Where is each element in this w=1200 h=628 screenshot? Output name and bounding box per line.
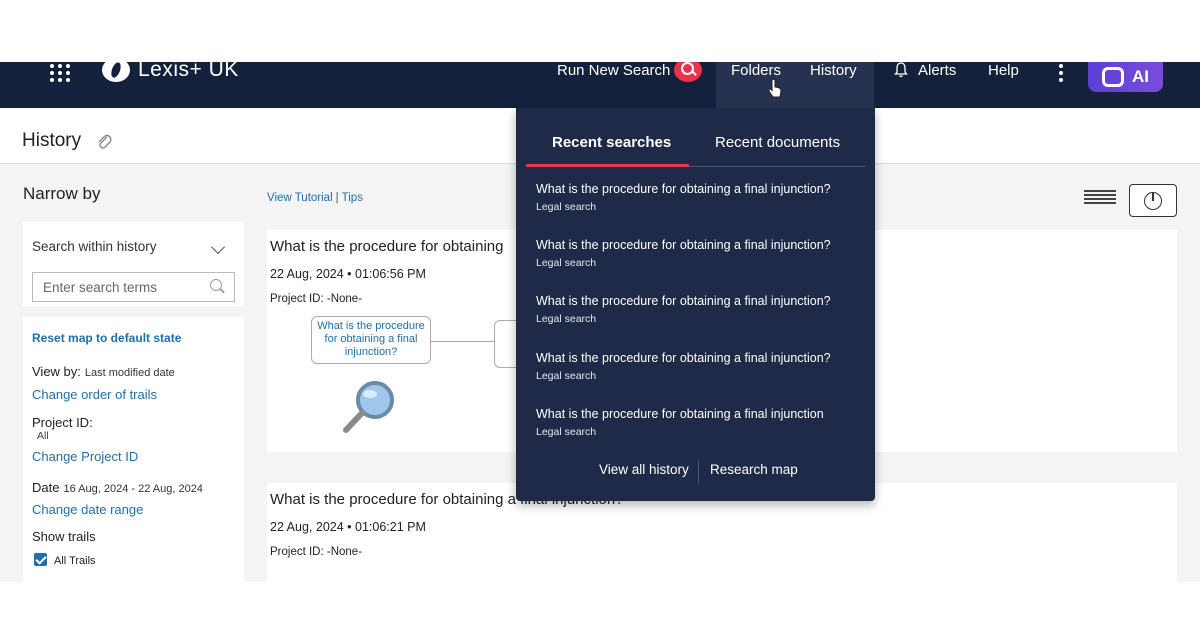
page-title: History — [22, 130, 82, 151]
paperclip-icon[interactable] — [96, 132, 112, 150]
recent-search-title[interactable]: What is the procedure for obtaining a fi… — [536, 351, 866, 365]
magnifier-icon — [343, 381, 394, 433]
hand-cursor-icon — [768, 78, 782, 98]
recent-search-type: Legal search — [536, 426, 597, 438]
recent-search-item[interactable]: What is the procedure for obtaining a fi… — [536, 407, 866, 438]
all-trails-checkbox[interactable] — [34, 553, 47, 566]
brand-name: Lexis+ UK — [138, 62, 239, 81]
app-grid-icon[interactable] — [50, 64, 70, 82]
recent-search-type: Legal search — [536, 257, 597, 269]
active-tab-indicator — [526, 164, 689, 167]
top-navigation: Lexis+ UK Run New Search Folders History… — [0, 62, 1200, 108]
search-within-label[interactable]: Search within history — [32, 239, 157, 254]
more-options-icon[interactable] — [1058, 64, 1064, 82]
all-trails-label[interactable]: All Trails — [54, 555, 96, 567]
change-order-link[interactable]: Change order of trails — [32, 387, 157, 402]
search-icon[interactable] — [674, 62, 702, 82]
app-viewport: Lexis+ UK Run New Search Folders History… — [0, 62, 1200, 582]
tips-link[interactable]: Tips — [342, 192, 363, 204]
view-by-label: View by: — [32, 364, 81, 379]
recent-search-title[interactable]: What is the procedure for obtaining a fi… — [536, 238, 866, 252]
narrow-by-heading: Narrow by — [23, 184, 101, 203]
list-view-icon[interactable] — [1084, 190, 1116, 204]
lexis-logo-icon — [102, 62, 130, 82]
recent-search-type: Legal search — [536, 370, 597, 382]
recent-search-title[interactable]: What is the procedure for obtaining a fi… — [536, 182, 866, 196]
ai-chat-icon — [1102, 67, 1124, 87]
view-all-history-link[interactable]: View all history — [599, 462, 689, 477]
search-icon[interactable] — [210, 279, 222, 291]
trail-date: 22 Aug, 2024 • 01:06:21 PM — [270, 520, 426, 534]
tab-recent-searches[interactable]: Recent searches — [552, 134, 671, 151]
change-date-link[interactable]: Change date range — [32, 502, 143, 517]
search-within-panel: Search within history — [23, 222, 244, 306]
history-dropdown: Recent searches Recent documents What is… — [516, 108, 875, 501]
research-map-link[interactable]: Research map — [710, 462, 798, 477]
trail-project: Project ID: -None- — [270, 293, 363, 305]
run-new-search-link[interactable]: Run New Search — [557, 62, 670, 80]
trail-title[interactable]: What is the procedure for obtaining — [270, 238, 503, 255]
tutorial-links: View Tutorial | Tips — [267, 192, 363, 204]
bell-icon[interactable] — [893, 62, 909, 78]
history-link[interactable]: History — [810, 62, 857, 80]
recent-search-title[interactable]: What is the procedure for obtaining a fi… — [536, 294, 866, 308]
date-label: Date — [32, 480, 60, 495]
search-within-input[interactable] — [32, 272, 235, 302]
trail-project: Project ID: -None- — [270, 546, 363, 558]
recent-search-type: Legal search — [536, 313, 597, 325]
date-row: Date 16 Aug, 2024 - 22 Aug, 2024 — [32, 480, 203, 495]
ai-button[interactable]: AI — [1088, 62, 1163, 92]
recent-search-item[interactable]: What is the procedure for obtaining a fi… — [536, 182, 866, 213]
map-filters-panel: Reset map to default state View by: Last … — [23, 317, 244, 582]
tab-divider — [689, 166, 865, 167]
recent-search-item[interactable]: What is the procedure for obtaining a fi… — [536, 351, 866, 382]
recent-search-item[interactable]: What is the procedure for obtaining a fi… — [536, 238, 866, 269]
alerts-link[interactable]: Alerts — [918, 62, 956, 80]
view-by-row: View by: Last modified date — [32, 364, 175, 379]
dropdown-footer: View all history Research map — [516, 460, 875, 484]
reset-map-link[interactable]: Reset map to default state — [32, 331, 181, 345]
view-tutorial-link[interactable]: View Tutorial — [267, 192, 333, 204]
ai-label: AI — [1132, 67, 1149, 86]
change-project-link[interactable]: Change Project ID — [32, 449, 138, 464]
trail-date: 22 Aug, 2024 • 01:06:56 PM — [270, 267, 426, 281]
project-id-value: All — [37, 430, 49, 442]
footer-divider — [698, 460, 699, 484]
help-link[interactable]: Help — [988, 62, 1019, 80]
show-trails-label: Show trails — [32, 529, 96, 544]
trail-node[interactable]: What is the procedure for obtaining a fi… — [311, 316, 431, 364]
chevron-down-icon[interactable] — [210, 239, 226, 255]
project-id-label: Project ID: — [32, 415, 93, 430]
brand-logo[interactable]: Lexis+ UK — [102, 62, 239, 82]
date-range-value: 16 Aug, 2024 - 22 Aug, 2024 — [63, 483, 203, 495]
view-by-value: Last modified date — [84, 367, 175, 379]
map-view-button[interactable] — [1129, 184, 1177, 217]
trail-connector — [431, 341, 494, 342]
recent-search-title[interactable]: What is the procedure for obtaining a fi… — [536, 407, 866, 421]
recent-search-item[interactable]: What is the procedure for obtaining a fi… — [536, 294, 866, 325]
tab-recent-documents[interactable]: Recent documents — [715, 134, 840, 151]
recent-search-type: Legal search — [536, 201, 597, 213]
